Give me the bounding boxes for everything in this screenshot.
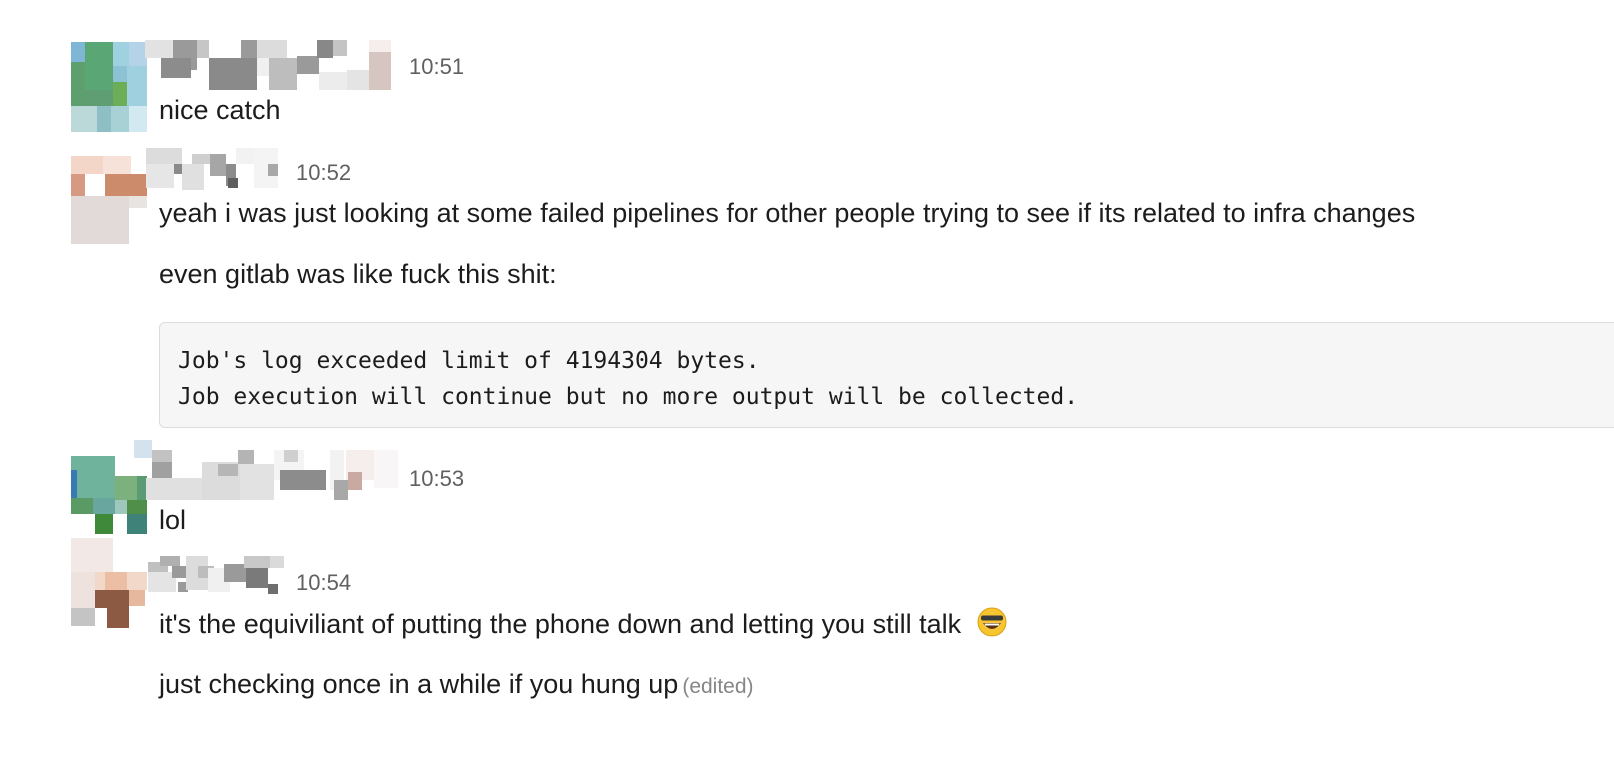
message-text: lol [159,505,187,535]
edited-label: (edited) [682,675,754,698]
message-timestamp[interactable]: 10:54 [296,570,351,596]
author-name[interactable] [148,556,288,608]
message-text: yeah i was just looking at some failed p… [159,198,1416,228]
author-name[interactable] [134,440,404,500]
author-name[interactable] [146,148,286,200]
code-block: Job's log exceeded limit of 4194304 byte… [159,322,1614,428]
message-feed: 10:51 nice catch 10:52 yeah i was just l… [0,0,1614,774]
message-text: nice catch [159,95,281,125]
message-timestamp[interactable]: 10:51 [409,54,464,80]
grinning-face-with-sunglasses-emoji[interactable] [977,607,1007,637]
avatar[interactable] [71,538,151,634]
message-text: it's the equiviliant of putting the phon… [159,607,1007,641]
message-text: just checking once in a while if you hun… [159,667,754,704]
avatar[interactable] [71,156,151,252]
avatar[interactable] [71,42,151,138]
author-name[interactable] [145,40,395,92]
message-text: even gitlab was like fuck this shit: [159,259,557,289]
message-text-content: it's the equiviliant of putting the phon… [159,609,962,639]
code-line: Job execution will continue but no more … [178,384,1079,410]
message-text-content: just checking once in a while if you hun… [159,669,679,699]
message-timestamp[interactable]: 10:52 [296,160,351,186]
code-line: Job's log exceeded limit of 4194304 byte… [178,348,760,374]
message-timestamp[interactable]: 10:53 [409,466,464,492]
